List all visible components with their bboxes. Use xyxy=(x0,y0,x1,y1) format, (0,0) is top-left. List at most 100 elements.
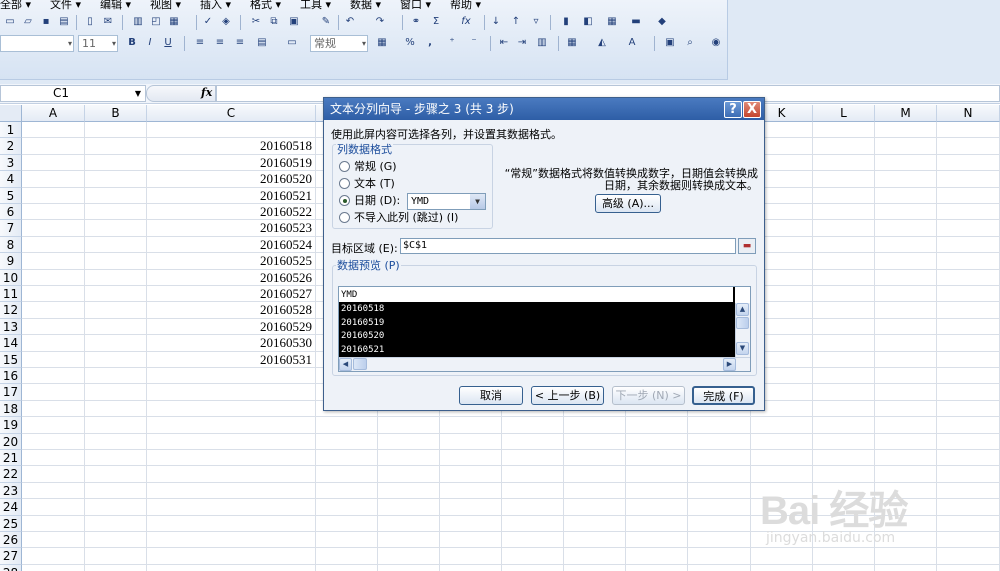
row-header[interactable]: 6 xyxy=(0,204,22,221)
radio-general[interactable]: 常规 (G) xyxy=(339,160,397,174)
cell-c9[interactable]: 20160525 xyxy=(147,253,315,269)
cell-c5[interactable]: 20160521 xyxy=(147,188,315,204)
column-header[interactable]: M xyxy=(875,105,937,122)
row-header[interactable]: 3 xyxy=(0,154,22,172)
close-icon[interactable]: X xyxy=(743,101,761,118)
cell-c6[interactable]: 20160522 xyxy=(147,204,315,220)
underline-button[interactable]: U xyxy=(160,35,176,51)
spelling-icon[interactable]: ✓ xyxy=(200,14,216,30)
table-grid-icon[interactable]: ▦ xyxy=(604,14,620,30)
scroll-up-icon[interactable]: ▲ xyxy=(736,303,749,316)
row-header[interactable]: 18 xyxy=(0,400,22,418)
font-size-select[interactable]: 11 ▾ xyxy=(78,35,118,52)
date-format-select[interactable]: YMD ▼ xyxy=(407,193,486,210)
scroll-down-icon[interactable]: ▼ xyxy=(736,342,749,355)
cell-c14[interactable]: 20160530 xyxy=(147,335,315,351)
font-name-select[interactable]: ▾ xyxy=(0,35,74,52)
radio-date[interactable]: 日期 (D): xyxy=(339,194,400,208)
menu-view[interactable]: 视图 ▾ xyxy=(150,0,181,12)
font-color-icon[interactable]: A xyxy=(624,35,640,51)
row-header[interactable]: 20 xyxy=(0,433,22,450)
menu-help[interactable]: 帮助 ▾ xyxy=(450,0,481,12)
row-header[interactable]: 8 xyxy=(0,236,22,254)
row-header[interactable]: 4 xyxy=(0,171,22,188)
radio-text[interactable]: 文本 (T) xyxy=(339,177,395,191)
scroll-thumb[interactable] xyxy=(353,358,367,370)
pdf-icon[interactable]: ▯ xyxy=(82,14,98,30)
permission-icon[interactable]: ▤ xyxy=(56,14,72,30)
row-header[interactable]: 14 xyxy=(0,335,22,352)
preview-column-header[interactable]: YMD xyxy=(339,287,735,303)
cell-c11[interactable]: 20160527 xyxy=(147,286,315,302)
cell-c3[interactable]: 20160519 xyxy=(147,155,315,171)
chevron-down-icon[interactable]: ▼ xyxy=(135,86,141,101)
cut-icon[interactable]: ✂ xyxy=(248,14,264,30)
format-painter-icon[interactable]: ✎ xyxy=(318,14,334,30)
row-header[interactable]: 28 xyxy=(0,564,22,571)
column-header[interactable]: B xyxy=(85,105,147,122)
menu-window[interactable]: 窗口 ▾ xyxy=(400,0,431,12)
back-button[interactable]: < 上一步 (B) xyxy=(531,386,604,405)
print-icon[interactable]: ▥ xyxy=(130,14,146,30)
redo-icon[interactable]: ↷ xyxy=(372,14,388,30)
row-header[interactable]: 5 xyxy=(0,187,22,204)
radio-button[interactable] xyxy=(339,212,350,223)
next-button[interactable]: 下一步 (N) > xyxy=(612,386,685,405)
column-header[interactable]: N xyxy=(937,105,1000,122)
number-format-select[interactable]: 常规 ▾ xyxy=(310,35,368,52)
row-header[interactable]: 10 xyxy=(0,269,22,286)
cell-c2[interactable]: 20160518 xyxy=(147,138,315,154)
preview-vertical-scrollbar[interactable]: ▲ ▼ xyxy=(735,303,750,357)
open-folder-icon[interactable]: ▱ xyxy=(20,14,36,30)
print-preview-icon[interactable]: ◰ xyxy=(148,14,164,30)
cell-c13[interactable]: 20160529 xyxy=(147,319,315,335)
function-icon[interactable]: fx xyxy=(458,14,474,30)
help-button[interactable]: ? xyxy=(724,101,742,118)
menu-all[interactable]: 全部 ▾ xyxy=(0,0,31,12)
help-icon[interactable]: ◉ xyxy=(708,35,724,51)
select-all-corner[interactable] xyxy=(0,105,22,122)
menu-tools[interactable]: 工具 ▾ xyxy=(300,0,331,12)
increase-indent-icon[interactable]: ⇥ xyxy=(514,35,530,51)
dialog-title-bar[interactable]: 文本分列向导 - 步骤之 3 (共 3 步) ? X xyxy=(324,98,764,120)
currency-icon[interactable]: ▦ xyxy=(374,35,390,51)
row-header[interactable]: 19 xyxy=(0,417,22,434)
name-box[interactable]: C1 ▼ xyxy=(0,85,146,102)
sort-descending-icon[interactable]: ↑ xyxy=(508,14,524,30)
merge-center-icon[interactable]: ▤ xyxy=(254,35,270,51)
bold-button[interactable]: B xyxy=(124,35,140,51)
row-header[interactable]: 2 xyxy=(0,138,22,155)
cell-c12[interactable]: 20160528 xyxy=(147,302,315,318)
new-file-icon[interactable]: ▭ xyxy=(2,14,18,30)
translate-icon[interactable]: ◈ xyxy=(218,14,234,30)
orientation-icon[interactable]: ▥ xyxy=(534,35,550,51)
wrap-icon[interactable]: ▭ xyxy=(284,35,300,51)
insert-function-icon[interactable]: fx xyxy=(201,86,212,99)
scroll-right-icon[interactable]: ▶ xyxy=(723,358,736,371)
row-header[interactable]: 17 xyxy=(0,384,22,401)
align-center-icon[interactable]: ≡ xyxy=(212,35,228,51)
row-header[interactable]: 24 xyxy=(0,499,22,516)
row-header[interactable]: 9 xyxy=(0,253,22,270)
menu-edit[interactable]: 编辑 ▾ xyxy=(100,0,131,12)
autosum-icon[interactable]: Σ xyxy=(428,14,444,30)
column-header[interactable]: L xyxy=(813,105,875,122)
decrease-decimal-icon[interactable]: ⁻ xyxy=(466,35,482,51)
filter-icon[interactable]: ▿ xyxy=(528,14,544,30)
menu-format[interactable]: 格式 ▾ xyxy=(250,0,281,12)
column-header[interactable]: C xyxy=(147,105,316,122)
chart-icon[interactable]: ▮ xyxy=(558,14,574,30)
percent-button[interactable]: % xyxy=(402,35,418,51)
cancel-button[interactable]: 取消 xyxy=(459,386,523,405)
radio-skip[interactable]: 不导入此列 (跳过) (I) xyxy=(339,211,458,225)
folder-icon[interactable]: ▬ xyxy=(628,14,644,30)
finish-button[interactable]: 完成 (F) xyxy=(692,386,755,405)
row-header[interactable]: 12 xyxy=(0,302,22,319)
row-header[interactable]: 11 xyxy=(0,286,22,303)
email-icon[interactable]: ✉ xyxy=(100,14,116,30)
align-left-icon[interactable]: ≡ xyxy=(192,35,208,51)
chevron-down-icon[interactable]: ▼ xyxy=(470,194,485,209)
copy-icon[interactable]: ⧉ xyxy=(266,14,282,30)
radio-button[interactable] xyxy=(339,178,350,189)
advanced-button[interactable]: 高级 (A)... xyxy=(595,194,661,213)
